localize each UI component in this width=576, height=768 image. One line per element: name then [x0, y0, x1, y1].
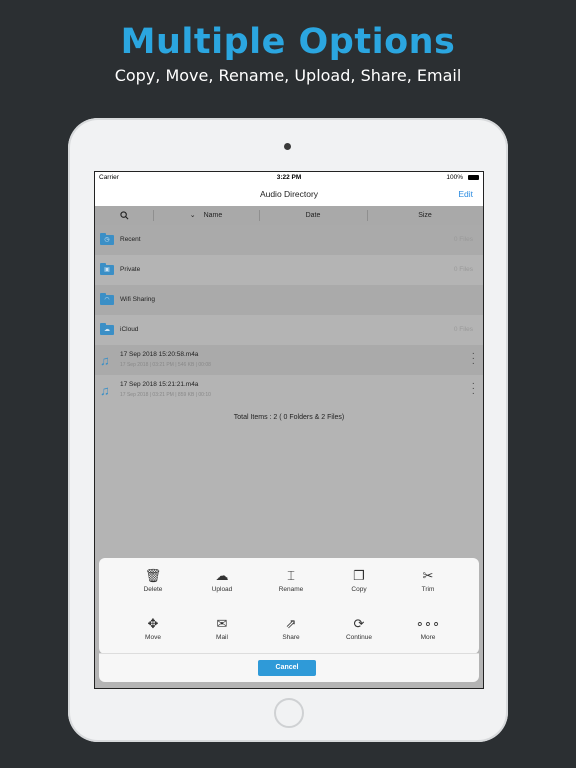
action-label: Continue	[345, 634, 373, 641]
lock-icon: ▣	[104, 267, 110, 273]
folder-count: 0 Files	[453, 326, 473, 333]
trim-button[interactable]: ✂ Trim	[398, 568, 458, 593]
folder-icon: ◠	[100, 293, 114, 305]
sort-by-date[interactable]: Date	[259, 206, 367, 225]
home-button[interactable]	[274, 698, 304, 728]
copy-icon: ❐	[353, 568, 365, 583]
file-row[interactable]: ♫ 17 Sep 2018 15:21:21.m4a 17 Sep 2018 |…	[95, 375, 483, 405]
folder-row-wifi-sharing[interactable]: ◠ Wifi Sharing	[95, 285, 483, 315]
cloud-upload-icon: ☁	[215, 568, 229, 583]
nav-bar: Audio Directory Edit	[95, 184, 483, 207]
scissors-icon: ✂	[422, 568, 434, 583]
rename-icon: ⌶	[287, 568, 295, 583]
chevron-down-icon: ⌄	[189, 212, 196, 219]
folder-label: Wifi Sharing	[120, 296, 156, 303]
cloud-icon: ☁	[104, 327, 110, 333]
app-screen: Carrier 3:22 PM 100% Audio Directory Edi…	[94, 171, 484, 689]
more-button[interactable]: ∘∘∘ More	[398, 616, 458, 641]
folder-label: Recent	[120, 236, 141, 243]
mail-button[interactable]: ✉ Mail	[192, 616, 252, 641]
action-label: Mail	[216, 634, 228, 641]
move-button[interactable]: ✥ Move	[123, 616, 183, 641]
continue-button[interactable]: ⟳ Continue	[329, 616, 389, 641]
ipad-frame: Carrier 3:22 PM 100% Audio Directory Edi…	[68, 118, 508, 742]
total-items: Total Items : 2 ( 0 Folders & 2 Files)	[233, 414, 345, 421]
action-label: More	[420, 634, 436, 641]
more-options-icon[interactable]: · · ·	[472, 379, 475, 399]
edit-button[interactable]: Edit	[458, 189, 473, 199]
folder-row-recent[interactable]: ◷ Recent 0 Files	[95, 225, 483, 255]
battery-percent: 100%	[446, 174, 463, 181]
search-icon	[119, 211, 128, 220]
music-note-icon: ♫	[100, 383, 110, 398]
folder-count: 0 Files	[453, 236, 473, 243]
sort-by-name[interactable]: ⌄ Name	[153, 206, 259, 225]
trash-icon: 🗑	[144, 568, 162, 583]
action-label: Share	[282, 634, 300, 641]
upload-button[interactable]: ☁ Upload	[192, 568, 252, 593]
file-meta: 17 Sep 2018 | 03:21 PM | 859 KB | 00:10	[120, 392, 211, 398]
copy-button[interactable]: ❐ Copy	[329, 568, 389, 593]
share-button[interactable]: ⇗ Share	[261, 616, 321, 641]
file-name: 17 Sep 2018 15:21:21.m4a	[120, 381, 199, 388]
file-meta: 17 Sep 2018 | 03:21 PM | 546 KB | 00:08	[120, 362, 211, 368]
folder-label: Private	[120, 266, 141, 273]
share-icon: ⇗	[285, 616, 297, 631]
cancel-button[interactable]: Cancel	[258, 660, 316, 676]
delete-button[interactable]: 🗑 Delete	[123, 568, 183, 593]
action-label: Rename	[278, 586, 304, 593]
folder-icon: ▣	[100, 263, 114, 275]
action-label: Upload	[211, 586, 233, 593]
rename-button[interactable]: ⌶ Rename	[261, 568, 321, 593]
promo-headline: Multiple Options	[120, 22, 456, 62]
folder-icon: ☁	[100, 323, 114, 335]
column-name-label: Name	[203, 212, 223, 219]
status-time: 3:22 PM	[276, 174, 302, 181]
music-note-icon: ♫	[100, 353, 110, 368]
folder-label: iCloud	[120, 326, 139, 333]
more-options-icon[interactable]: · · ·	[472, 349, 475, 369]
sort-by-size[interactable]: Size	[367, 206, 483, 225]
file-row[interactable]: ♫ 17 Sep 2018 15:20:58.m4a 17 Sep 2018 |…	[95, 345, 483, 375]
file-name: 17 Sep 2018 15:20:58.m4a	[120, 351, 199, 358]
move-icon: ✥	[147, 616, 159, 631]
camera-icon	[284, 143, 291, 150]
more-icon: ∘∘∘	[415, 616, 441, 631]
status-bar: Carrier 3:22 PM 100%	[95, 172, 483, 184]
clock-icon: ◷	[104, 237, 110, 243]
mail-icon: ✉	[216, 616, 228, 631]
action-label: Copy	[351, 586, 367, 593]
folder-count: 0 Files	[453, 266, 473, 273]
cancel-area: Cancel	[99, 654, 479, 682]
folder-icon: ◷	[100, 233, 114, 245]
search-button[interactable]	[95, 206, 153, 225]
wifi-icon: ◠	[104, 297, 110, 303]
promo-subline: Copy, Move, Rename, Upload, Share, Email	[114, 66, 462, 85]
folder-row-private[interactable]: ▣ Private 0 Files	[95, 255, 483, 285]
folder-row-icloud[interactable]: ☁ iCloud 0 Files	[95, 315, 483, 345]
action-label: Move	[145, 634, 161, 641]
action-sheet: 🗑 Delete ☁ Upload ⌶ Rename ❐ Copy ✂ Trim…	[99, 558, 479, 654]
action-label: Delete	[143, 586, 163, 593]
battery-icon	[468, 175, 479, 180]
refresh-icon: ⟳	[353, 616, 365, 631]
page-title: Audio Directory	[259, 189, 319, 199]
column-header: ⌄ Name Date Size	[95, 206, 483, 225]
action-label: Trim	[421, 586, 435, 593]
